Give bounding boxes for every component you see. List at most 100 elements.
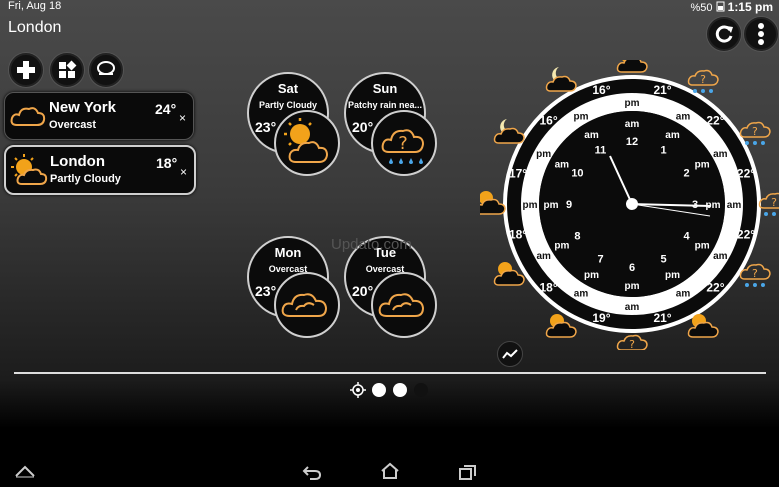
clock-period-label: pm — [695, 241, 710, 252]
cloud-icon — [480, 198, 506, 215]
clock-hour-temp: 22° — [706, 280, 724, 294]
page-title: London — [8, 19, 62, 36]
clock-hour-temp: 22° — [737, 166, 755, 180]
city-name: New York — [49, 99, 116, 116]
clock-period-label: pm — [625, 281, 640, 292]
navigation-bar — [0, 456, 779, 487]
city-card-london[interactable]: London Partly Cloudy 18° × — [4, 145, 196, 195]
refresh-button[interactable] — [707, 17, 741, 51]
status-time: 1:15 pm — [727, 0, 773, 14]
clock-period-label: pm — [695, 160, 710, 171]
layout-icon — [59, 60, 77, 78]
watermark: Updato.com — [331, 236, 412, 253]
home-icon[interactable] — [380, 462, 400, 480]
forecast-temp: 23° — [255, 119, 277, 135]
locate-icon — [350, 382, 366, 398]
forecast-day-name: Sun — [372, 81, 398, 96]
forecast-temp: 20° — [352, 283, 374, 299]
layout-button[interactable] — [50, 53, 84, 87]
raindrop-icon — [701, 89, 705, 94]
clock-period-label: pm — [665, 270, 680, 281]
status-date: Fri, Aug 18 — [8, 0, 62, 12]
clock-period-label: pm — [544, 200, 559, 211]
clock-ring-label: am — [536, 251, 551, 262]
cloud-icon — [10, 107, 46, 126]
forecast-day-name: Sat — [277, 81, 299, 96]
add-city-button[interactable] — [9, 53, 43, 87]
clock-hour-number: 12 — [626, 136, 638, 148]
locate-button[interactable] — [350, 382, 366, 403]
clock-period-label: am — [665, 130, 680, 141]
forecast-temp: 20° — [352, 119, 374, 135]
raindrop-icon — [772, 212, 776, 216]
clock-period-label: pm — [554, 241, 569, 252]
svg-text:?: ? — [398, 133, 408, 154]
chat-button[interactable] — [89, 53, 123, 87]
clock-period-label: am — [584, 130, 599, 141]
raindrop-icon — [764, 212, 768, 216]
clock-hour-temp: 22° — [706, 114, 724, 128]
up-chevron-icon[interactable] — [14, 464, 36, 478]
clock-ring-label: am — [676, 288, 691, 299]
divider — [14, 372, 766, 374]
clock-hour-temp: 21° — [653, 83, 671, 97]
sun-cloud-icon — [11, 154, 48, 185]
clock-hour-temp: 21° — [653, 311, 671, 325]
clock-hour-number: 8 — [574, 231, 580, 243]
refresh-icon — [715, 25, 733, 43]
clock-hour-number: 4 — [683, 231, 690, 243]
clock-hour-temp: 16° — [592, 83, 610, 97]
raindrop-icon — [709, 89, 713, 94]
cloud-icon — [493, 269, 525, 286]
forecast-icon-sun: ? — [371, 110, 437, 176]
clock-hour-number: 1 — [660, 144, 666, 156]
clock-hour-number: 9 — [566, 199, 572, 211]
raindrop-icon — [760, 141, 765, 145]
city-name: London — [50, 153, 105, 170]
pager-dot-3[interactable] — [414, 383, 428, 397]
clock-hour-temp: 17° — [509, 166, 527, 180]
clock-hour-number: 10 — [571, 168, 583, 180]
cloud-icon — [687, 321, 719, 338]
pager-dot-2[interactable] — [393, 383, 407, 397]
unknown-icon: ? — [752, 125, 758, 138]
overflow-menu-icon — [758, 23, 764, 45]
status-bar: Fri, Aug 18 %50 1:15 pm — [0, 0, 779, 14]
unknown-icon: ? — [771, 196, 777, 209]
clock-center — [626, 198, 638, 210]
remove-city-button[interactable]: × — [180, 165, 187, 179]
clock-hour-temp: 19° — [592, 311, 610, 325]
battery-icon — [716, 1, 725, 12]
cloud-icon — [545, 75, 577, 92]
cloud-icon — [545, 321, 577, 338]
status-right: %50 1:15 pm — [690, 0, 773, 14]
clock-period-label: am — [625, 119, 640, 130]
clock-ring-label: am — [676, 112, 691, 123]
menu-button[interactable] — [744, 17, 778, 51]
back-icon[interactable] — [302, 464, 322, 480]
battery-level: %50 — [690, 2, 713, 14]
clock-hour-number: 6 — [629, 262, 635, 274]
graph-button[interactable] — [497, 341, 523, 367]
plus-icon — [17, 61, 35, 79]
city-condition: Overcast — [49, 119, 97, 131]
cloud-icon — [378, 293, 425, 317]
clock-ring-label: am — [727, 200, 742, 211]
clock-period-label: am — [555, 160, 570, 171]
clock-ring-label: pm — [574, 112, 589, 123]
clock-hour-temp: 18° — [539, 280, 557, 294]
forecast-clock[interactable]: 121234567891011ampmamampmampmampmampmamp… — [480, 60, 779, 350]
city-card-new-york[interactable]: New York Overcast 24° × — [4, 92, 194, 140]
remove-city-button[interactable]: × — [179, 111, 186, 125]
recents-icon[interactable] — [458, 463, 478, 481]
pager-dot-1[interactable] — [372, 383, 386, 397]
clock-ring-label: pm — [523, 200, 538, 211]
rain-unknown-icon: ? — [381, 129, 425, 164]
clock-root: 121234567891011ampmamampmampmampmampmamp… — [480, 60, 779, 350]
raindrop-icon — [693, 89, 697, 94]
city-condition: Partly Cloudy — [50, 173, 121, 185]
raindrop-icon — [744, 283, 749, 287]
city-temperature: 18° — [156, 155, 178, 171]
clock-ring-label: am — [625, 302, 640, 313]
forecast-condition: Patchy rain nea... — [347, 100, 423, 110]
